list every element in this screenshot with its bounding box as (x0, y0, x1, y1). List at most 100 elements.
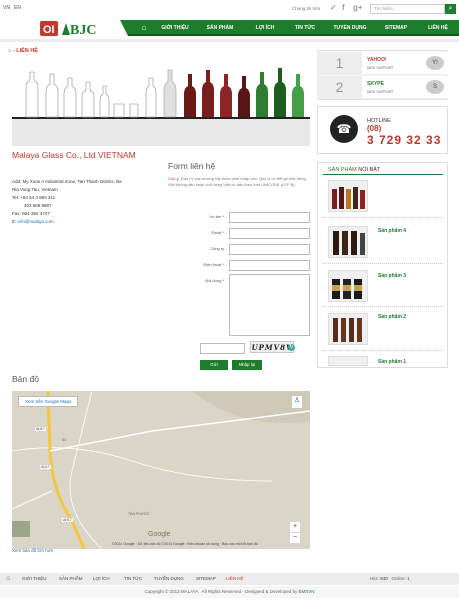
map-attribution: ©2014 Google · Dữ liệu bản đồ ©2014 Goog… (112, 542, 258, 546)
email-link[interactable]: info@malaya.com (18, 219, 54, 224)
zoom-in-button[interactable]: + (290, 522, 300, 532)
phone-icon: ☎ (330, 115, 358, 143)
form-note-text: Dấu (*) các trường bắt buộc phải nhập và… (168, 176, 306, 187)
facebook-icon[interactable]: f (342, 3, 345, 12)
company-name: Malaya Glass Co., Ltd VIETNAM (12, 150, 136, 160)
pegman-icon[interactable]: ♙ (292, 396, 302, 408)
footer-nav-item[interactable]: TUYỂN DỤNG (154, 576, 184, 581)
road-label-ah17-2: AH17 (40, 465, 51, 469)
footer-nav-item[interactable]: LIÊN HỆ (226, 576, 244, 581)
search-input[interactable]: Tìm kiếm... (370, 4, 445, 14)
road-label-51: 51 (62, 438, 66, 442)
product-divider (323, 306, 443, 307)
lang-vn-link[interactable]: VN (3, 5, 10, 11)
googleplus-icon[interactable]: g+ (353, 3, 363, 12)
hits-label: Hits: (370, 576, 379, 581)
nav-tin-tuc[interactable]: TIN TỨC (290, 20, 320, 36)
yahoo-icon: Y! (426, 56, 444, 70)
product-name[interactable]: Sản phẩm 1 (378, 359, 406, 365)
label-email: Email * (211, 230, 224, 235)
footer-home-icon[interactable]: ⌂ (6, 575, 10, 582)
support-skype[interactable]: 2 SKYPE NICK SUPPORT S (317, 76, 448, 99)
home-icon[interactable]: ⌂ (137, 20, 151, 36)
search-icon: ⌕ (448, 5, 453, 12)
label-name: Họ tên * (209, 214, 224, 219)
company-input[interactable] (229, 244, 310, 255)
view-larger-map-link[interactable]: Xem bản đồ lớn hơn (12, 548, 53, 553)
nav-gioi-thieu[interactable]: GIỚI THIỆU (158, 20, 192, 36)
refresh-captcha-icon[interactable]: ↻ (288, 344, 295, 351)
submit-button[interactable]: Gửi (200, 360, 228, 370)
nav-lien-he[interactable]: LIÊN HỆ (424, 20, 452, 36)
copyright: Copyright © 2013 MALAYA . All Rights Res… (0, 586, 459, 598)
product-image[interactable] (328, 356, 368, 366)
bjc-logo[interactable]: OI BJC (40, 19, 125, 38)
footer-nav-item[interactable]: SẢN PHẨM (59, 576, 83, 581)
phone-input[interactable] (229, 260, 310, 271)
nav-tuyen-dung[interactable]: TUYỂN DỤNG (330, 20, 370, 36)
map-title: Bản đồ (12, 374, 39, 384)
reset-button[interactable]: Nhập lại (232, 360, 262, 370)
email-label: E: (12, 219, 17, 224)
twitter-icon[interactable]: ✓ (330, 3, 337, 12)
skype-icon: S (426, 80, 444, 94)
product-name[interactable]: Sản phẩm 4 (378, 228, 406, 234)
developer-link[interactable]: EMSVN (298, 589, 314, 594)
footer-nav-item[interactable]: TIN TỨC (124, 576, 142, 581)
hits-value: 840 (380, 576, 388, 581)
road-label-ah17: AH17 (35, 427, 46, 431)
search-button[interactable]: ⌕ (445, 4, 456, 14)
featured-title-b: NỔI BẬT (356, 167, 381, 173)
support-number: 2 (317, 76, 362, 99)
lang-en-link[interactable]: EN (14, 5, 21, 11)
support-name: YAHOO! (367, 57, 387, 63)
fax-line: Fax: 064-392 4747 (12, 211, 50, 216)
footer-nav-item[interactable]: GIỚI THIỆU (22, 576, 47, 581)
header-divider (0, 39, 459, 42)
copyright-text: Copyright © 2013 MALAYA . All Rights Res… (144, 589, 298, 594)
product-name[interactable]: Sản phẩm 2 (378, 314, 406, 320)
footer-nav-item[interactable]: SITEMAP (196, 576, 216, 581)
content-textarea[interactable] (229, 274, 310, 336)
tel2-line: 403 569 8897 (24, 203, 52, 208)
footer-nav-item[interactable]: LỢI ÍCH (93, 576, 110, 581)
product-bottles-thumb (333, 231, 365, 255)
google-logo: Google (148, 531, 171, 538)
featured-title: SẢN PHẨM NỔI BẬT (328, 167, 380, 173)
form-note-required: Chú ý: (168, 176, 180, 181)
support-number: 1 (317, 52, 362, 75)
nav-loi-ich[interactable]: LỢI ÍCH (250, 20, 280, 36)
featured-title-underline (323, 174, 443, 175)
logo-text: BJC (70, 23, 96, 38)
product-divider (323, 263, 443, 264)
map-place-label: TÂN PHƯỚC (128, 512, 150, 516)
breadcrumb-current: LIÊN HỆ (16, 48, 38, 54)
product-divider (323, 350, 443, 351)
visitor-stats: Hits: 840 Online: 1 (370, 576, 410, 581)
product-divider (323, 217, 443, 218)
open-google-maps-link[interactable]: Xem trên Google Maps (18, 396, 79, 407)
product-name[interactable]: Sản phẩm 3 (378, 273, 406, 279)
support-sub: NICK SUPPORT (367, 66, 394, 70)
google-map[interactable] (12, 391, 310, 549)
breadcrumb: ⌂ - LIÊN HỆ (8, 48, 38, 54)
hotline-prefix: (08) (367, 124, 382, 133)
email-input[interactable] (229, 228, 310, 239)
hotline-number[interactable]: 3 729 32 33 (367, 133, 441, 147)
online-label: Online: (391, 576, 406, 581)
zoom-out-button[interactable]: − (290, 533, 300, 543)
form-title: Form liên hệ (168, 161, 216, 171)
bottles-banner (12, 64, 310, 146)
support-yahoo[interactable]: 1 YAHOO! NICK SUPPORT Y! (317, 52, 448, 75)
captcha-input[interactable] (200, 343, 245, 354)
featured-title-a: SẢN PHẨM (328, 167, 357, 173)
name-input[interactable] (229, 212, 310, 223)
tel-value: Tel: +84 64 3 893 311 (12, 195, 56, 200)
nav-san-pham[interactable]: SẢN PHẨM (203, 20, 237, 36)
nav-sitemap[interactable]: SITEMAP (380, 20, 412, 36)
map-canvas (12, 391, 310, 549)
online-value: 1 (407, 576, 410, 581)
breadcrumb-home-icon[interactable]: ⌂ (8, 48, 11, 54)
product-bottles-thumb (332, 279, 362, 299)
tel-line: Tel: +84 64 3 893 311 (12, 194, 152, 202)
